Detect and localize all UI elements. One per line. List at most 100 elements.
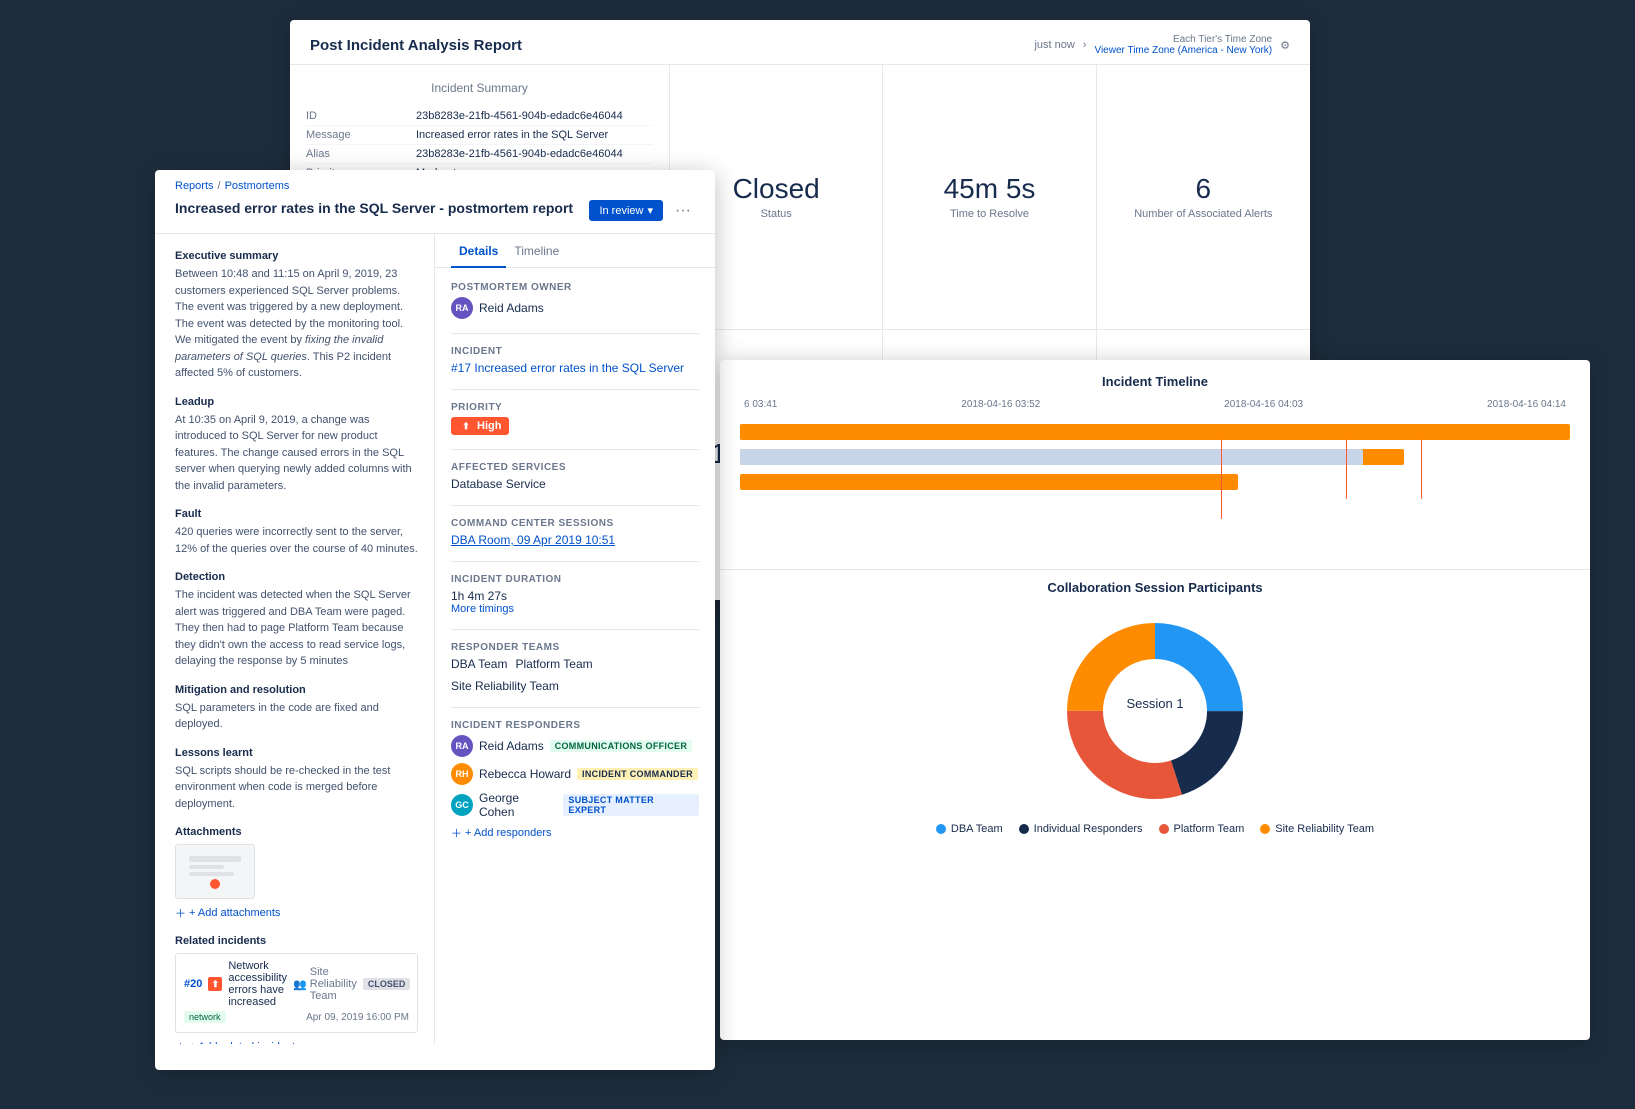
ir-value-message: Increased error rates in the SQL Server [416,129,653,141]
legend-label-dba: DBA Team [951,823,1003,835]
legend-label-siterel: Site Reliability Team [1275,823,1374,835]
pm-field-responder-teams: RESPONDER TEAMS DBA Team Platform Team S… [451,642,699,693]
pm-responder-gc: GC George Cohen SUBJECT MATTER EXPERT [451,791,699,819]
breadcrumb-reports[interactable]: Reports [175,180,214,192]
ir-stat-alerts: 6 Number of Associated Alerts [1097,65,1310,330]
tab-timeline[interactable]: Timeline [506,234,567,268]
pm-section-title-mitigation: Mitigation and resolution [175,684,418,696]
timezone-arrow: › [1083,39,1087,51]
pm-related-item-20: #20 ⬆ Network accessibility errors have … [175,953,418,1033]
pm-related-team: 👥 Site Reliability Team [293,966,357,1002]
ir-stat-label-2: Number of Associated Alerts [1134,208,1272,220]
pm-section-text-lessons: SQL scripts should be re-checked in the … [175,763,418,813]
pm-field-value-incident: #17 Increased error rates in the SQL Ser… [451,361,699,375]
pm-field-label-responder-teams: RESPONDER TEAMS [451,642,699,653]
pm-narrative: Executive summary Between 10:48 and 11:1… [155,234,435,1044]
settings-icon[interactable]: ⚙ [1280,39,1290,52]
donut-legend: DBA Team Individual Responders Platform … [936,823,1374,835]
timeline-container: 6 03:41 2018-04-16 03:52 2018-04-16 04:0… [740,399,1570,559]
pm-related-top-row: #20 ⬆ Network accessibility errors have … [184,960,409,1008]
team-siterel: Site Reliability Team [451,679,559,693]
legend-dot-individual [1019,824,1029,834]
pm-field-incident: INCIDENT #17 Increased error rates in th… [451,346,699,375]
pm-section-title-lessons: Lessons learnt [175,747,418,759]
pm-section-text-mitigation: SQL parameters in the code are fixed and… [175,700,418,733]
breadcrumb-separator: / [218,180,221,192]
pm-related-name: Network accessibility errors have increa… [228,960,287,1008]
plus-icon: ＋ [175,905,186,921]
tl-axis-1: 2018-04-16 03:52 [961,399,1040,410]
tl-axis-2: 2018-04-16 04:03 [1224,399,1303,410]
pm-tabs: Details Timeline [435,234,715,268]
pm-related-team-name: Site Reliability Team [310,966,357,1002]
timezone-tier-label: Each Tier's Time Zone [1094,34,1272,45]
breadcrumb-postmortems[interactable]: Postmortems [225,180,290,192]
pm-section-fault: Fault 420 queries were incorrectly sent … [175,508,418,557]
add-attachments-link[interactable]: ＋ + Add attachments [175,905,418,921]
owner-name: Reid Adams [479,301,544,315]
ir-value-alias: 23b8283e-21fb-4561-904b-edadc6e46044 [416,148,653,160]
responder-name-gc: George Cohen [479,791,557,819]
tl-marker-3 [1421,439,1422,499]
pm-field-value-affected: Database Service [451,477,699,491]
ir-stat-value-0: Closed [733,174,820,205]
pm-section-detection: Detection The incident was detected when… [175,571,418,670]
priority-badge: ⬆ High [451,417,509,435]
pm-field-value-duration: 1h 4m 27s [451,589,699,603]
ir-title: Post Incident Analysis Report [310,37,522,54]
divider-6 [451,629,699,630]
more-timings-link[interactable]: More timings [451,603,699,615]
tab-details[interactable]: Details [451,234,506,268]
owner-avatar: RA [451,297,473,319]
add-responders-link[interactable]: ＋ + Add responders [451,825,699,841]
pm-priority-high-icon: ⬆ [208,977,222,991]
legend-individual: Individual Responders [1019,823,1143,835]
pm-section-title-executive: Executive summary [175,250,418,262]
legend-dot-platform [1159,824,1169,834]
divider-2 [451,389,699,390]
pm-section-leadup: Leadup At 10:35 on April 9, 2019, a chan… [175,396,418,495]
collab-card: Incident Timeline 6 03:41 2018-04-16 03:… [720,360,1590,1040]
in-review-button[interactable]: In review ▾ [589,200,663,221]
pm-field-owner: POSTMORTEM OWNER RA Reid Adams [451,282,699,319]
pm-field-duration: INCIDENT DURATION 1h 4m 27s More timings [451,574,699,615]
ir-stat-label-0: Status [761,208,792,220]
ir-stat-value-2: 6 [1196,174,1212,205]
pm-related-date: Apr 09, 2019 16:00 PM [306,1012,409,1023]
pm-section-title-leadup: Leadup [175,396,418,408]
incident-link[interactable]: #17 Increased error rates in the SQL Ser… [451,361,684,375]
pm-section-lessons: Lessons learnt SQL scripts should be re-… [175,747,418,813]
ir-timezone: Each Tier's Time Zone Viewer Time Zone (… [1094,34,1272,56]
pm-details-panel: Details Timeline POSTMORTEM OWNER RA Rei… [435,234,715,1044]
pm-field-responders: INCIDENT RESPONDERS RA Reid Adams COMMUN… [451,720,699,841]
ir-label-alias: Alias [306,148,416,160]
divider-7 [451,707,699,708]
donut-container: Session 1 DBA Team Individual Responders… [740,611,1570,835]
responder-avatar-rh: RH [451,763,473,785]
more-options-button[interactable]: ··· [671,202,695,220]
pm-field-priority: PRIORITY ⬆ High [451,402,699,435]
ir-label-id: ID [306,110,416,122]
add-related-link[interactable]: ＋ + Add related incidents [175,1039,418,1044]
pm-network-tag: network [184,1011,226,1023]
tl-bar-3 [740,449,1363,465]
timezone-viewer-link[interactable]: Viewer Time Zone (America - New York) [1094,45,1272,56]
timeline-title: Incident Timeline [740,374,1570,389]
add-attachments-label: + Add attachments [189,907,280,919]
add-related-label: + Add related incidents [189,1041,301,1044]
pm-field-sessions: COMMAND CENTER SESSIONS DBA Room, 09 Apr… [451,518,699,547]
donut-center-label: Session 1 [1126,696,1183,711]
session-link[interactable]: DBA Room, 09 Apr 2019 10:51 [451,533,615,547]
postmortem-card: Reports / Postmortems Increased error ra… [155,170,715,1070]
ir-header: Post Incident Analysis Report just now ›… [290,20,1310,65]
divider-3 [451,449,699,450]
pm-field-label-responders: INCIDENT RESPONDERS [451,720,699,731]
breadcrumb: Reports / Postmortems [155,170,715,192]
pm-section-text-executive: Between 10:48 and 11:15 on April 9, 2019… [175,266,418,382]
team-dba: DBA Team [451,657,507,671]
responder-role-gc: SUBJECT MATTER EXPERT [563,794,699,816]
pm-header: Increased error rates in the SQL Server … [155,192,715,234]
pm-title: Increased error rates in the SQL Server … [175,200,589,216]
pm-related-num[interactable]: #20 [184,978,202,990]
team-platform: Platform Team [515,657,592,671]
